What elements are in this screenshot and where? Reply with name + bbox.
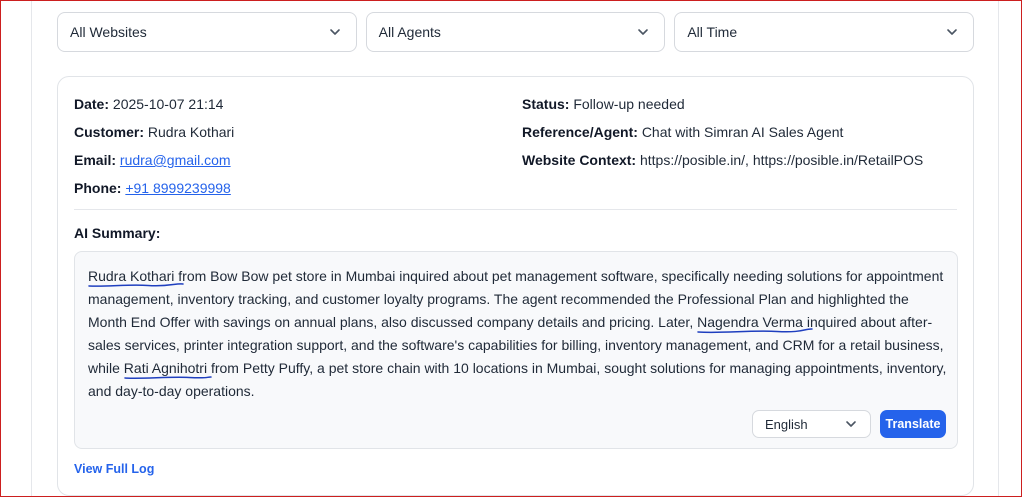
lead-details-right: Status: Follow-up needed Reference/Agent… xyxy=(522,96,923,180)
handwritten-underline xyxy=(124,376,212,379)
ai-summary-box: Rudra Kothari from Bow Bow pet store in … xyxy=(74,251,958,449)
phone-row: Phone: +91 8999239998 xyxy=(74,180,234,208)
chevron-down-icon xyxy=(638,29,649,35)
email-link[interactable]: rudra@gmail.com xyxy=(120,152,231,168)
status-label: Status: xyxy=(522,96,570,112)
filter-bar: All Websites All Agents All Time xyxy=(57,12,975,52)
status-value: Follow-up needed xyxy=(573,96,685,112)
ai-summary-text: Rudra Kothari from Bow Bow pet store in … xyxy=(88,265,950,403)
view-full-log-link[interactable]: View Full Log xyxy=(74,462,154,476)
agents-filter-value: All Agents xyxy=(378,24,441,40)
reference-value: Chat with Simran AI Sales Agent xyxy=(641,124,844,140)
translate-button[interactable]: Translate xyxy=(880,410,946,438)
agents-filter[interactable]: All Agents xyxy=(365,12,666,52)
date-label: Date: xyxy=(74,96,110,112)
date-value: 2025-10-07 21:14 xyxy=(112,96,224,112)
email-row: Email: rudra@gmail.com xyxy=(74,152,234,180)
reference-row: Reference/Agent: Chat with Simran AI Sal… xyxy=(522,124,923,152)
divider xyxy=(74,209,957,210)
email-label: Email: xyxy=(74,152,117,168)
chevron-down-icon xyxy=(329,29,340,35)
website-row: Website Context: https://posible.in/, ht… xyxy=(522,152,923,180)
chevron-down-icon xyxy=(846,421,856,427)
lead-card: Date: 2025-10-07 21:14 Customer: Rudra K… xyxy=(57,76,974,496)
reference-label: Reference/Agent: xyxy=(522,124,638,140)
summary-name-1: Rudra Kothari xyxy=(88,268,184,287)
date-row: Date: 2025-10-07 21:14 xyxy=(74,96,234,124)
phone-link[interactable]: +91 8999239998 xyxy=(125,180,231,196)
ai-summary-title: AI Summary: xyxy=(74,225,161,241)
customer-value: Rudra Kothari xyxy=(147,124,235,140)
chevron-down-icon xyxy=(947,29,957,35)
lead-details-left: Date: 2025-10-07 21:14 Customer: Rudra K… xyxy=(74,96,234,208)
time-filter-value: All Time xyxy=(687,24,738,40)
websites-filter-value: All Websites xyxy=(70,24,147,40)
customer-row: Customer: Rudra Kothari xyxy=(74,124,234,152)
summary-text-part-3: from Petty Puffy, a pet store chain with… xyxy=(88,360,947,399)
handwritten-underline xyxy=(88,283,184,287)
language-select-value: English xyxy=(765,416,808,432)
summary-name-3: Rati Agnihotri xyxy=(124,360,212,379)
websites-filter[interactable]: All Websites xyxy=(57,12,357,52)
phone-label: Phone: xyxy=(74,180,122,196)
time-filter[interactable]: All Time xyxy=(674,12,975,52)
status-row: Status: Follow-up needed xyxy=(522,96,923,124)
website-value: https://posible.in/, https://posible.in/… xyxy=(639,152,924,168)
customer-label: Customer: xyxy=(74,124,145,140)
language-select[interactable]: English xyxy=(752,410,871,438)
handwritten-underline xyxy=(697,328,813,334)
summary-name-2: Nagendra Verma xyxy=(697,314,813,334)
website-label: Website Context: xyxy=(522,152,637,168)
